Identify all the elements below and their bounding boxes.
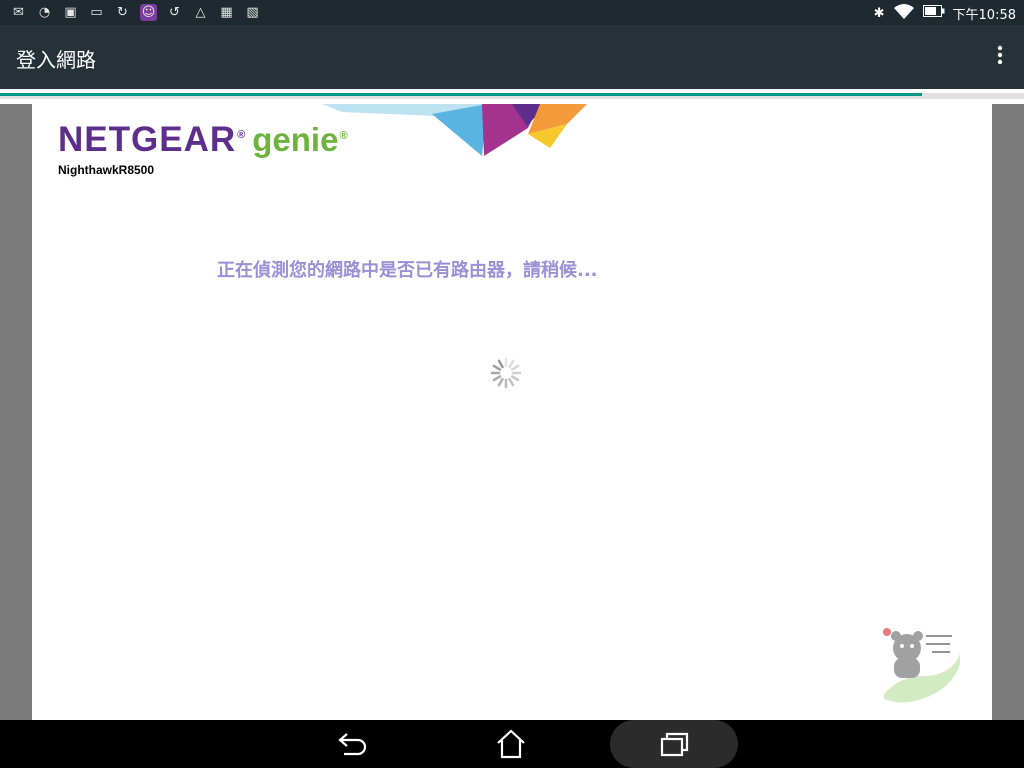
asus-icon: ▭ xyxy=(90,5,103,20)
genie-logo: genie® xyxy=(252,121,347,158)
spinner-spoke xyxy=(508,377,515,387)
spinner-spoke xyxy=(497,359,504,369)
product-name: genie xyxy=(252,121,339,158)
loading-progress-fill xyxy=(0,93,922,96)
battery-icon xyxy=(922,5,945,21)
netgear-logo: NETGEAR® genie® xyxy=(58,120,348,160)
drive-icon: △ xyxy=(195,5,206,20)
spinner-spoke xyxy=(510,375,520,382)
navigation-bar xyxy=(0,720,1024,768)
reg-mark-genie: ® xyxy=(339,130,348,142)
briefcase-icon: ▦ xyxy=(220,5,233,20)
detecting-message: 正在偵測您的網路中是否已有路由器，請稍候... xyxy=(217,260,598,281)
loading-spinner-icon xyxy=(490,357,522,389)
model-name: NighthawkR8500 xyxy=(58,163,155,177)
home-icon[interactable] xyxy=(491,726,531,762)
gmail-icon: ✉ xyxy=(13,5,24,20)
brand-name: NETGEAR xyxy=(58,120,237,159)
page-title: 登入網路 xyxy=(16,48,96,72)
back-icon[interactable] xyxy=(332,726,372,762)
app-icon: ☺ xyxy=(140,4,157,21)
reg-mark: ® xyxy=(237,129,247,142)
spinner-spoke xyxy=(492,375,502,382)
briefcase-check-icon: ▧ xyxy=(246,5,259,20)
gallery-icon: ▣ xyxy=(64,5,77,20)
watermark-logo xyxy=(883,628,960,703)
app-bar: 登入網路 xyxy=(0,25,1024,89)
wifi-question-icon: ◔ xyxy=(38,5,51,20)
more-vert-icon[interactable] xyxy=(990,45,1010,69)
banner-graphic xyxy=(322,104,587,156)
status-bar: ✉ ◔ ▣ ▭ ↻ ☺ ↺ △ ▦ ▧ ✱ 下午10:58 xyxy=(0,0,1024,25)
recents-icon[interactable] xyxy=(654,726,694,762)
update-icon: ↺ xyxy=(169,5,180,20)
spinner-spoke xyxy=(492,364,502,371)
netgear-page: NETGEAR® genie® NighthawkR8500 正在偵測您的網路中是… xyxy=(32,104,992,720)
spinner-spoke xyxy=(497,377,504,387)
web-content: NETGEAR® genie® NighthawkR8500 正在偵測您的網路中是… xyxy=(0,104,1024,720)
bluetooth-icon: ✱ xyxy=(873,5,885,21)
notification-icons: ✉ ◔ ▣ ▭ ↻ ☺ ↺ △ ▦ ▧ xyxy=(10,4,261,21)
status-time: 下午10:58 xyxy=(952,7,1016,23)
loading-progress-bar xyxy=(0,93,1024,99)
spinner-spoke xyxy=(510,364,520,371)
system-status: ✱ 下午10:58 xyxy=(874,3,1016,23)
wifi-icon xyxy=(893,3,915,23)
sync-icon: ↻ xyxy=(117,5,128,20)
spinner-spoke xyxy=(508,359,515,369)
